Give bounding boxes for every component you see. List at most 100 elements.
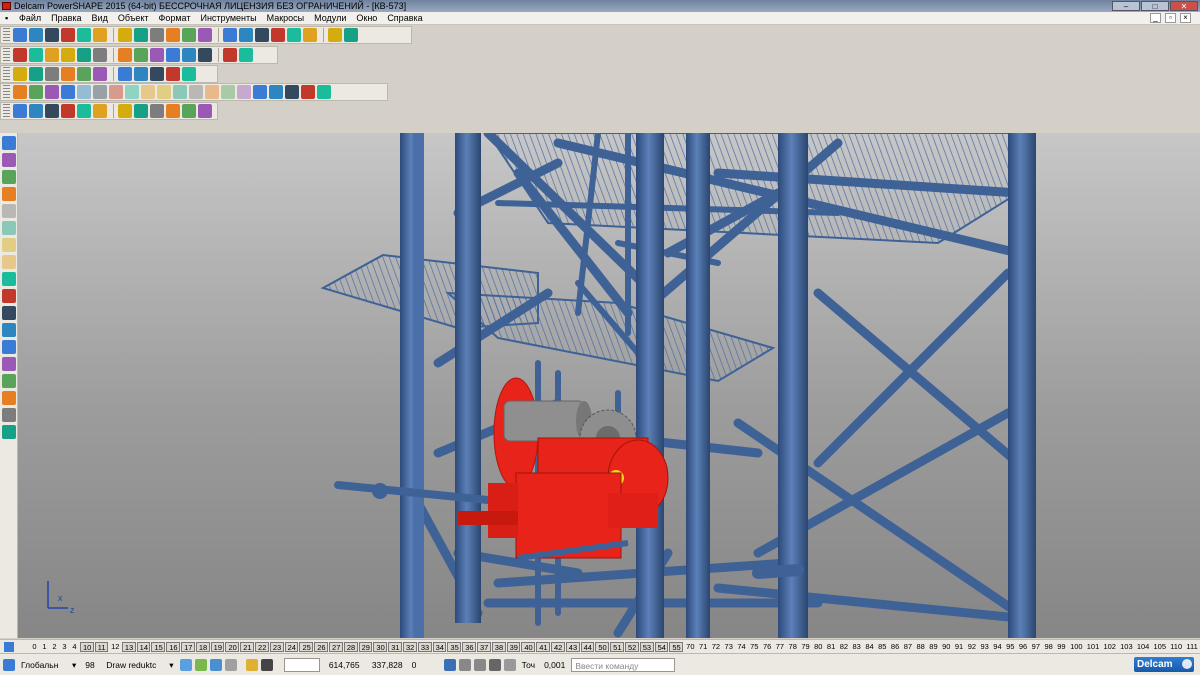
toolbar-shading-tool-icon-5[interactable] (93, 104, 107, 118)
layer-button-26[interactable]: 26 (314, 641, 329, 652)
toolbar-object-tool-icon-5[interactable] (93, 67, 107, 81)
level-number[interactable]: 98 (82, 658, 100, 672)
layer-button-15[interactable]: 15 (151, 641, 166, 652)
layer-button-102[interactable]: 102 (1101, 642, 1117, 651)
left-tool-icon-13[interactable] (2, 357, 16, 371)
workplane-dropdown-icon[interactable]: ▾ (69, 658, 79, 672)
layer-button-39[interactable]: 39 (506, 641, 521, 652)
left-tool-icon-7[interactable] (2, 255, 16, 269)
layer-button-73[interactable]: 73 (723, 642, 735, 651)
layer-button-1[interactable]: 1 (40, 642, 49, 651)
toolbar-view-tool-icon-12[interactable] (205, 85, 219, 99)
toolbar-general-tool-icon-8[interactable] (150, 28, 164, 42)
toolbar-general-tool-icon-15[interactable] (271, 28, 285, 42)
layer-button-88[interactable]: 88 (915, 642, 927, 651)
layer-button-85[interactable]: 85 (876, 642, 888, 651)
close-button[interactable]: ✕ (1170, 1, 1198, 11)
left-tool-icon-15[interactable] (2, 391, 16, 405)
layer-button-55[interactable]: 55 (669, 641, 684, 652)
toolbar-view-tool-icon-6[interactable] (109, 85, 123, 99)
command-input[interactable]: Ввести команду (571, 657, 676, 672)
layer-button-75[interactable]: 75 (748, 642, 760, 651)
toolbar-create-tool-icon-4[interactable] (77, 48, 91, 62)
calc-icon[interactable] (473, 658, 486, 671)
layer-button-94[interactable]: 94 (991, 642, 1003, 651)
minimize-button[interactable]: – (1112, 1, 1140, 11)
layer-button-105[interactable]: 105 (1152, 642, 1168, 651)
layer-button-72[interactable]: 72 (710, 642, 722, 651)
menu-item-3[interactable]: Объект (113, 13, 154, 23)
layer-button-20[interactable]: 20 (225, 641, 240, 652)
layer-button-29[interactable]: 29 (358, 641, 373, 652)
layer-button-52[interactable]: 52 (624, 641, 639, 652)
layer-button-16[interactable]: 16 (166, 641, 181, 652)
left-tool-icon-17[interactable] (2, 425, 16, 439)
layer-button-13[interactable]: 13 (121, 641, 136, 652)
toolbar-view-tool-icon-13[interactable] (221, 85, 235, 99)
swap-icon[interactable] (503, 658, 516, 671)
layer-button-54[interactable]: 54 (654, 641, 669, 652)
left-tool-icon-16[interactable] (2, 408, 16, 422)
menu-item-1[interactable]: Правка (46, 13, 86, 23)
layer-button-51[interactable]: 51 (610, 641, 624, 652)
menu-item-8[interactable]: Окно (351, 13, 382, 23)
document-icon[interactable]: ▪ (0, 13, 14, 23)
layer-button-11[interactable]: 11 (94, 641, 109, 652)
toolbar-view-tool-icon-3[interactable] (61, 85, 75, 99)
toolbar-view-tool-icon-18[interactable] (301, 85, 315, 99)
layer-button-89[interactable]: 89 (927, 642, 939, 651)
toolbar-create-tool-icon-6[interactable] (118, 48, 132, 62)
layer-button-93[interactable]: 93 (978, 642, 990, 651)
toolbar-general-tool-icon-0[interactable] (13, 28, 27, 42)
layer-button-10[interactable]: 10 (80, 641, 94, 652)
left-tool-icon-9[interactable] (2, 289, 16, 303)
layer-button-44[interactable]: 44 (580, 641, 595, 652)
layer-button-33[interactable]: 33 (417, 641, 432, 652)
layer-button-84[interactable]: 84 (863, 642, 875, 651)
toolbar-general-tool-icon-10[interactable] (182, 28, 196, 42)
layer-button-28[interactable]: 28 (343, 641, 358, 652)
cube-view-icon[interactable] (179, 658, 192, 671)
toolbar-shading-tool-icon-4[interactable] (77, 104, 91, 118)
toolbar-general-tool-icon-9[interactable] (166, 28, 180, 42)
camera-icon[interactable] (488, 658, 501, 671)
graphics-viewport[interactable]: x z (18, 133, 1200, 638)
toolbar-grip[interactable] (3, 28, 10, 42)
layer-button-31[interactable]: 31 (388, 641, 403, 652)
layer-button-96[interactable]: 96 (1017, 642, 1029, 651)
left-tool-icon-14[interactable] (2, 374, 16, 388)
toolbar-create-tool-icon-11[interactable] (198, 48, 212, 62)
toolbar-create-tool-icon-5[interactable] (93, 48, 107, 62)
left-tool-icon-11[interactable] (2, 323, 16, 337)
layer-button-27[interactable]: 27 (329, 641, 343, 652)
grid-icon[interactable] (260, 658, 273, 671)
layer-button-2[interactable]: 2 (50, 642, 59, 651)
toolbar-view-tool-icon-1[interactable] (29, 85, 43, 99)
layer-button-78[interactable]: 78 (787, 642, 799, 651)
toolbar-shading-tool-icon-10[interactable] (182, 104, 196, 118)
left-tool-icon-0[interactable] (2, 136, 16, 150)
toolbar-object-tool-icon-9[interactable] (166, 67, 180, 81)
toolbar-general-tool-icon-17[interactable] (303, 28, 317, 42)
layer-button-19[interactable]: 19 (210, 641, 225, 652)
left-tool-icon-2[interactable] (2, 170, 16, 184)
toolbar-shading-tool-icon-7[interactable] (134, 104, 148, 118)
left-tool-icon-3[interactable] (2, 187, 16, 201)
cube-view-alt-icon[interactable] (194, 658, 207, 671)
left-tool-icon-6[interactable] (2, 238, 16, 252)
layer-button-17[interactable]: 17 (181, 641, 195, 652)
toolbar-create-tool-icon-2[interactable] (45, 48, 59, 62)
layer-button-32[interactable]: 32 (403, 641, 417, 652)
layer-button-34[interactable]: 34 (432, 641, 447, 652)
toolbar-object-tool-icon-2[interactable] (45, 67, 59, 81)
mdi-minimize-button[interactable]: _ (1150, 13, 1161, 23)
layer-button-87[interactable]: 87 (902, 642, 914, 651)
toolbar-general-tool-icon-19[interactable] (344, 28, 358, 42)
left-tool-icon-5[interactable] (2, 221, 16, 235)
toggle-icon[interactable] (458, 658, 471, 671)
toolbar-shading-tool-icon-3[interactable] (61, 104, 75, 118)
menu-item-4[interactable]: Формат (154, 13, 196, 23)
toolbar-grip[interactable] (3, 85, 10, 99)
toolbar-create-tool-icon-10[interactable] (182, 48, 196, 62)
toolbar-general-tool-icon-12[interactable] (223, 28, 237, 42)
